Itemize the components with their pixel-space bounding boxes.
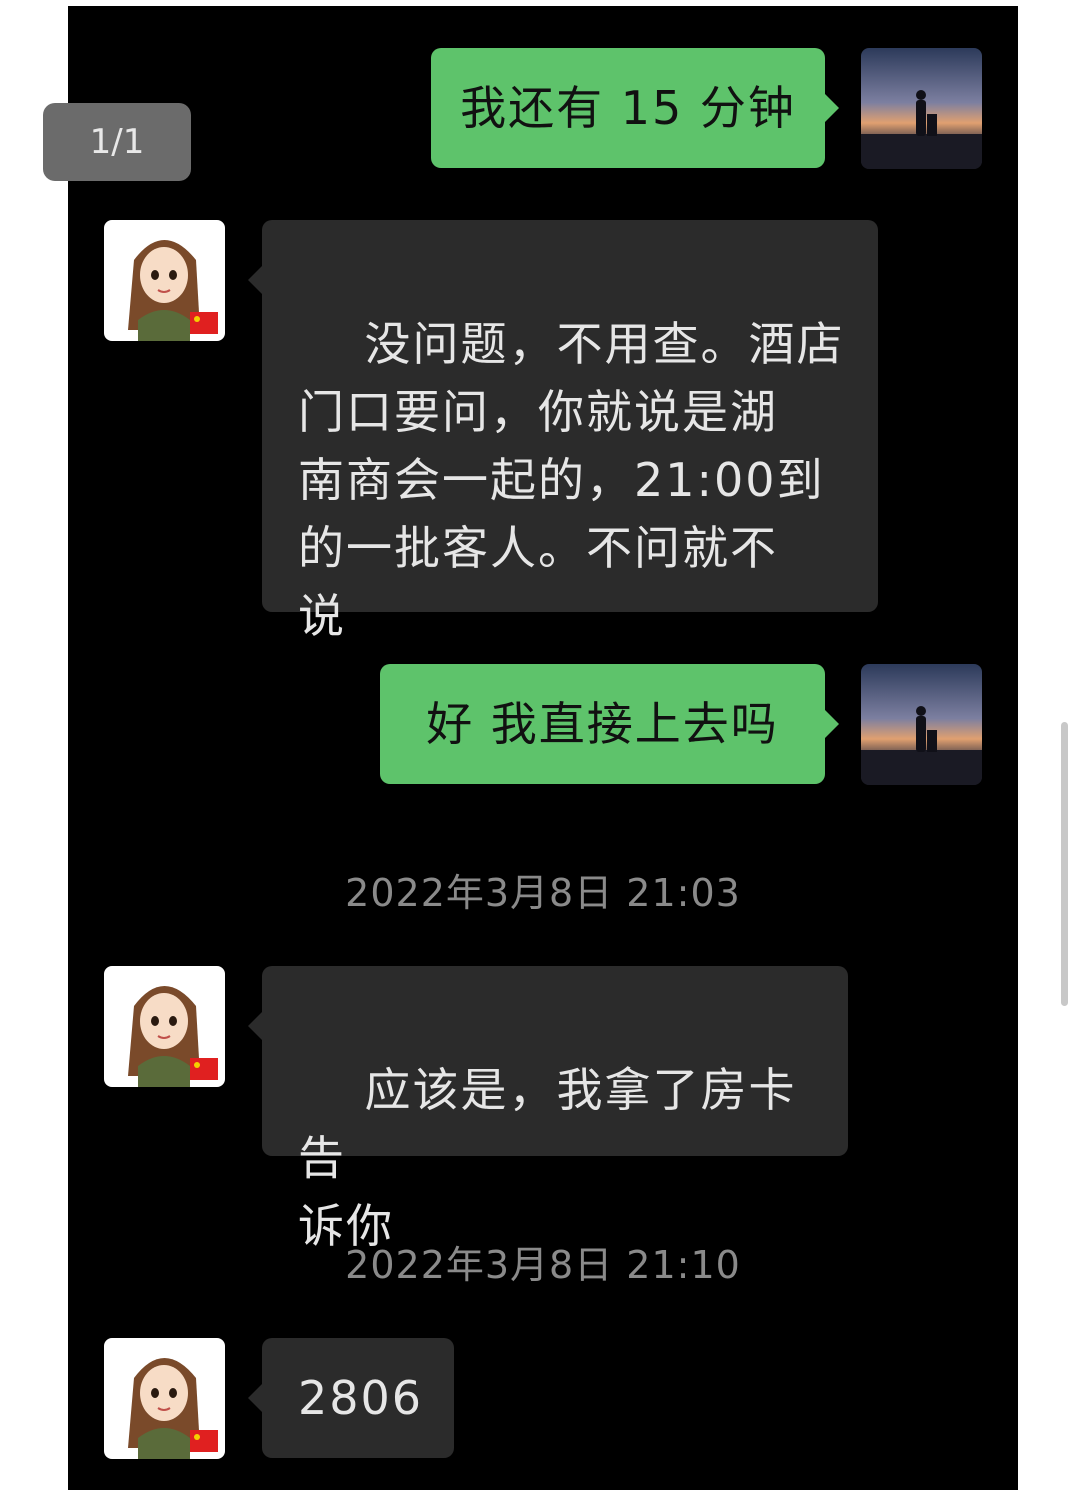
received-message-bubble[interactable]: 2806 — [262, 1338, 454, 1458]
message-text: 我还有 15 分钟 — [460, 81, 796, 135]
bubble-tail — [825, 710, 839, 738]
bubble-tail — [248, 1012, 262, 1040]
page-indicator[interactable]: 1/1 — [43, 103, 191, 181]
message-text: 好 我直接上去吗 — [426, 697, 779, 751]
bubble-tail — [825, 94, 839, 122]
bubble-tail — [248, 266, 262, 294]
chat-timestamp: 2022年3月8日 21:10 — [345, 1243, 741, 1287]
bubble-tail — [248, 1384, 262, 1412]
sent-message-bubble[interactable]: 我还有 15 分钟 — [431, 48, 825, 168]
chat-timestamp: 2022年3月8日 21:03 — [345, 871, 741, 915]
sunset-silhouette-avatar[interactable] — [861, 664, 982, 785]
cartoon-woman-avatar[interactable] — [104, 966, 225, 1087]
cartoon-woman-avatar[interactable] — [104, 220, 225, 341]
message-text: 没问题，不用查。酒店 门口要问，你就说是湖 南商会一起的，21:00到 的一批客… — [298, 317, 845, 643]
sunset-silhouette-avatar[interactable] — [861, 48, 982, 169]
sent-message-bubble[interactable]: 好 我直接上去吗 — [380, 664, 825, 784]
cartoon-woman-avatar[interactable] — [104, 1338, 225, 1459]
message-text: 2806 — [298, 1371, 424, 1425]
message-text: 应该是，我拿了房卡告 诉你 — [298, 1063, 797, 1253]
received-message-bubble[interactable]: 没问题，不用查。酒店 门口要问，你就说是湖 南商会一起的，21:00到 的一批客… — [262, 220, 878, 643]
scrollbar[interactable] — [1061, 722, 1068, 1006]
chat-screen: 我还有 15 分钟 没问题，不用查。酒店 门口要问，你就说是湖 南商会一起的，2… — [68, 6, 1018, 1490]
received-message-bubble[interactable]: 应该是，我拿了房卡告 诉你 — [262, 966, 848, 1253]
